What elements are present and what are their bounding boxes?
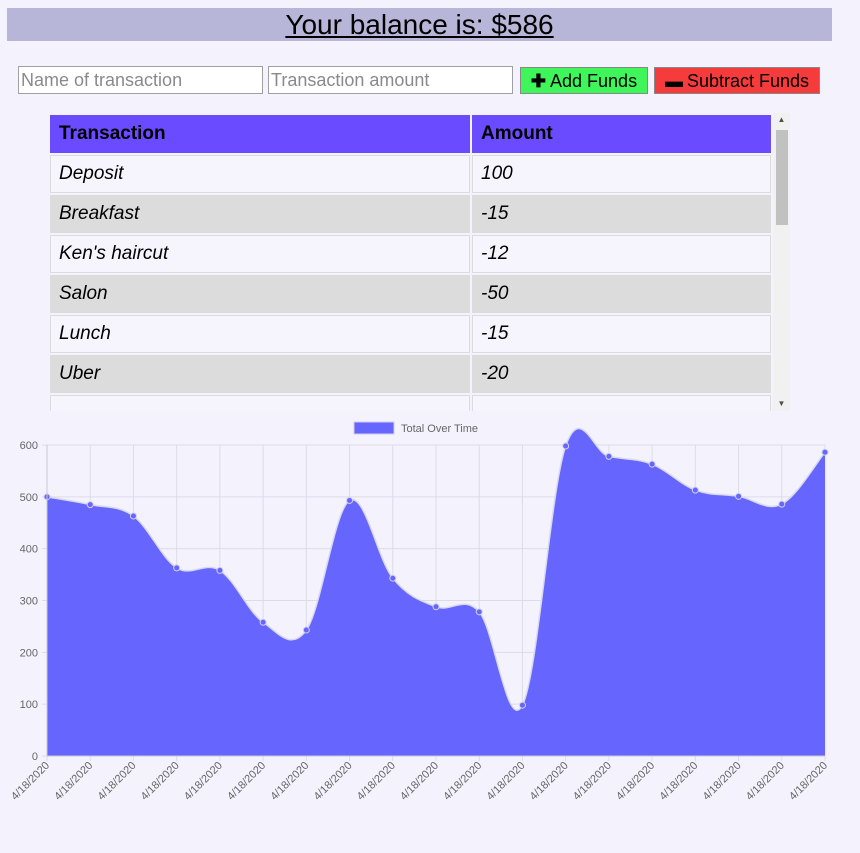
table-row: Uber -20 <box>50 355 771 393</box>
x-tick-label: 4/18/2020 <box>95 760 138 803</box>
table-row: Deposit 100 <box>50 155 771 193</box>
x-tick-label: 4/18/2020 <box>268 760 311 803</box>
transactions-table: Transaction Amount Deposit 100 Breakfast… <box>48 113 773 411</box>
balance-title: Your balance is: $586 <box>285 9 554 40</box>
data-point <box>735 492 743 500</box>
x-tick-label: 4/18/2020 <box>398 760 441 803</box>
data-point <box>86 501 94 509</box>
transaction-name-input[interactable] <box>18 66 263 94</box>
x-tick-label: 4/18/2020 <box>139 760 182 803</box>
data-point <box>778 500 786 508</box>
transaction-name-cell: Salon <box>50 275 470 313</box>
data-point <box>346 496 354 504</box>
data-point <box>129 512 137 520</box>
x-tick-label: 4/18/2020 <box>355 760 398 803</box>
table-row: Salon -50 <box>50 275 771 313</box>
column-header-transaction: Transaction <box>50 115 470 153</box>
transaction-amount-cell <box>472 395 771 411</box>
total-over-time-chart: 01002003004005006004/18/2020 4/18/2020 4/1… <box>9 421 830 803</box>
data-point <box>259 618 267 626</box>
transaction-amount-cell: -20 <box>472 355 771 393</box>
transaction-name-cell <box>50 395 470 411</box>
y-tick-label: 100 <box>20 699 38 711</box>
x-tick-label: 4/18/2020 <box>182 760 225 803</box>
subtract-funds-label: Subtract Funds <box>686 70 810 91</box>
add-funds-button[interactable]: ✚ Add Funds <box>520 67 648 94</box>
table-row <box>50 395 771 411</box>
y-tick-label: 400 <box>20 544 38 556</box>
y-tick-label: 200 <box>20 647 38 659</box>
transaction-amount-cell: -15 <box>472 315 771 353</box>
data-point <box>691 486 699 494</box>
column-header-amount: Amount <box>472 115 771 153</box>
x-tick-label: 4/18/2020 <box>225 760 268 803</box>
transaction-name-cell: Uber <box>50 355 470 393</box>
subtract-funds-button[interactable]: ▬ Subtract Funds <box>654 67 820 94</box>
table-row: Breakfast -15 <box>50 195 771 233</box>
transaction-form: ✚Add Funds ▬Subtract Funds <box>18 66 838 94</box>
table-row: Lunch -15 <box>50 315 771 353</box>
x-tick-label: 4/18/2020 <box>614 760 657 803</box>
y-tick-label: 500 <box>20 492 38 504</box>
transaction-name-cell: Ken's haircut <box>50 235 470 273</box>
y-tick-label: 300 <box>20 596 38 608</box>
x-tick-label: 4/18/2020 <box>744 760 787 803</box>
y-tick-label: 0 <box>32 751 38 763</box>
x-tick-label: 4/18/2020 <box>9 760 52 803</box>
legend-swatch <box>353 421 395 435</box>
table-scrollbar[interactable]: ▲ ▼ <box>773 113 790 411</box>
table-row: Ken's haircut -12 <box>50 235 771 273</box>
balance-header: Your balance is: $586 <box>7 8 832 41</box>
data-point <box>821 448 829 456</box>
data-point <box>475 608 483 616</box>
scroll-down-arrow-icon[interactable]: ▼ <box>773 397 790 411</box>
x-tick-label: 4/18/2020 <box>484 760 527 803</box>
data-point <box>648 460 656 468</box>
transaction-name-cell: Breakfast <box>50 195 470 233</box>
scroll-up-arrow-icon[interactable]: ▲ <box>773 113 790 127</box>
legend-label: Total Over Time <box>401 423 478 435</box>
plus-icon: ✚ <box>530 70 547 91</box>
data-point <box>173 564 181 572</box>
transaction-amount-cell: -12 <box>472 235 771 273</box>
transaction-name-cell: Lunch <box>50 315 470 353</box>
x-tick-label: 4/18/2020 <box>441 760 484 803</box>
data-point <box>389 574 397 582</box>
x-tick-label: 4/18/2020 <box>52 760 95 803</box>
x-tick-label: 4/18/2020 <box>528 760 571 803</box>
data-point <box>432 603 440 611</box>
transaction-amount-cell: -15 <box>472 195 771 233</box>
data-point <box>216 566 224 574</box>
transaction-name-cell: Deposit <box>50 155 470 193</box>
minus-icon: ▬ <box>664 70 683 91</box>
add-funds-label: Add Funds <box>550 70 638 91</box>
x-tick-label: 4/18/2020 <box>312 760 355 803</box>
data-point <box>562 442 570 450</box>
data-point <box>605 452 613 460</box>
transaction-amount-cell: 100 <box>472 155 771 193</box>
x-tick-label: 4/18/2020 <box>657 760 700 803</box>
table-header-row: Transaction Amount <box>50 115 771 153</box>
scrollbar-thumb[interactable] <box>776 130 788 225</box>
x-tick-label: 4/18/2020 <box>571 760 614 803</box>
transactions-table-container[interactable]: Transaction Amount Deposit 100 Breakfast… <box>48 113 790 411</box>
y-tick-label: 600 <box>20 440 38 452</box>
transaction-amount-cell: -50 <box>472 275 771 313</box>
data-point <box>518 701 526 709</box>
transaction-amount-input[interactable] <box>268 66 513 94</box>
x-tick-label: 4/18/2020 <box>701 760 744 803</box>
x-tick-label: 4/18/2020 <box>787 760 830 803</box>
data-point <box>302 626 310 634</box>
